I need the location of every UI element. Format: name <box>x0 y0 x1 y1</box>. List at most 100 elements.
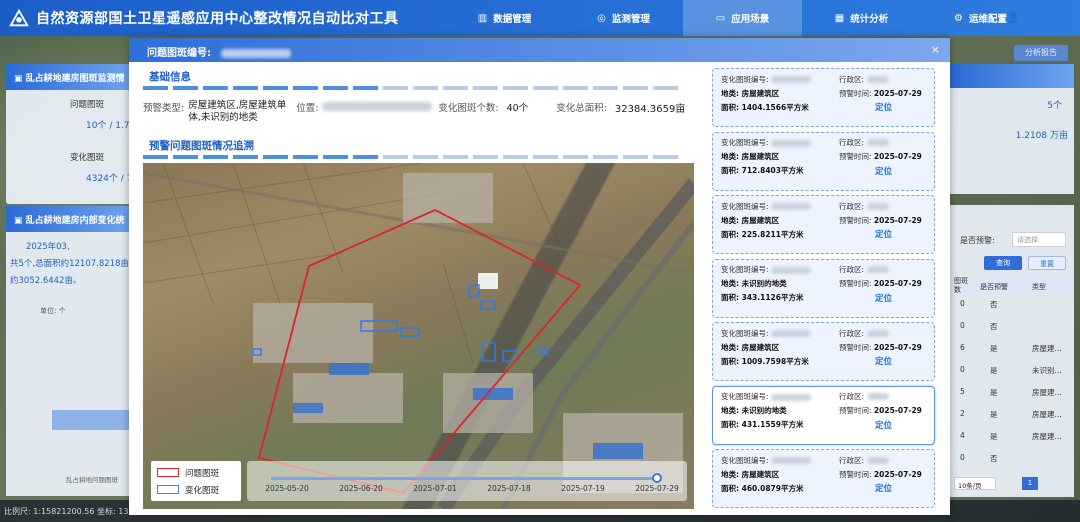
reset-button[interactable]: 重置 <box>1028 256 1066 270</box>
timeline-date[interactable]: 2025-05-20 <box>265 484 309 493</box>
card-date: 2025-07-29 <box>873 342 922 352</box>
card-region-redacted <box>867 75 890 83</box>
page-number[interactable]: 1 <box>1022 477 1038 490</box>
unit-label: 单位: 个 <box>40 307 66 315</box>
map-legend: 问题图斑 变化图斑 <box>151 461 241 501</box>
timeline-date[interactable]: 2025-07-18 <box>487 484 531 493</box>
card-region-label: 行政区: <box>839 201 865 211</box>
nav-label: 数据管理 <box>493 14 532 25</box>
summary-line3: 约3052.6442亩。 <box>10 276 82 286</box>
card-date-label: 预警时间: <box>839 88 872 98</box>
card-date-label: 预警时间: <box>839 279 872 288</box>
table-cell: 否 <box>990 300 998 309</box>
issue-id-redacted <box>221 48 291 58</box>
legend-item-change: 变化图斑 <box>157 481 235 498</box>
top-bar: 自然资源部国土卫星遥感应用中心整改情况自动比对工具 ▥ 数据管理 ◎ 监测管理 ▭ 应用场… <box>0 0 1080 36</box>
nav-item-4[interactable]: ⚙ 运维配置 <box>921 0 1040 36</box>
position-label: 位置: <box>296 103 319 114</box>
chart-axis-label: 乱占耕地问题图斑 <box>66 476 118 484</box>
card-type: 地类: 房屋建筑区 <box>721 469 780 479</box>
nav-icon: ⚙ <box>954 12 963 24</box>
locate-button[interactable]: 定位 <box>875 419 892 431</box>
warning-select[interactable]: 请选择 <box>1012 232 1066 247</box>
card-id-redacted <box>770 139 811 147</box>
timeline-date[interactable]: 2025-07-01 <box>413 484 457 493</box>
modal-header: 问题图斑编号: × <box>129 38 950 62</box>
app-title: 自然资源部国土卫星遥感应用中心整改情况自动比对工具 <box>36 10 399 26</box>
card-id-redacted <box>770 393 811 401</box>
card-date-label: 预警时间: <box>839 152 872 161</box>
card-date: 2025-07-29 <box>873 215 922 225</box>
right-panel-header <box>950 64 1074 88</box>
close-icon[interactable]: × <box>931 43 940 56</box>
change-patch-list: 变化图斑编号: 行政区: 地类: 房屋建筑区 预警时间: 2025-07-29 面积… <box>712 68 937 513</box>
summary-line1: 2025年03, <box>26 242 70 252</box>
main-nav: ▥ 数据管理 ◎ 监测管理 ▭ 应用场景 ▦ 统计分析 ⚙ 运维配置 <box>445 0 1040 36</box>
nav-item-3[interactable]: ▦ 统计分析 <box>802 0 921 36</box>
page-size-select[interactable]: 10条/页 <box>954 477 996 490</box>
locate-button[interactable]: 定位 <box>875 482 892 494</box>
card-date-label: 预警时间: <box>839 406 872 415</box>
card-type: 地类: 未识别的地类 <box>721 406 787 415</box>
satellite-map[interactable]: 问题图斑 变化图斑 2025-05-20 2025-06-20 2025-07-01… <box>143 163 694 509</box>
summary-line2: 共5个,总面积约12107.8218亩, <box>10 259 132 269</box>
timeline-date[interactable]: 2025-06-20 <box>339 484 383 493</box>
card-type: 地类: 房屋建筑区 <box>721 215 780 225</box>
locate-button[interactable]: 定位 <box>875 165 892 177</box>
timeline-track <box>271 477 659 480</box>
change-patch-card[interactable]: 变化图斑编号: 行政区: 地类: 未识别的地类 预警时间: 2025-07-29 面… <box>712 385 935 445</box>
timeline-slider[interactable]: 2025-05-20 2025-06-20 2025-07-01 2025-07-18… <box>247 461 687 501</box>
change-patch-card[interactable]: 变化图斑编号: 行政区: 地类: 房屋建筑区 预警时间: 2025-07-29 面积… <box>712 68 935 127</box>
user-icon[interactable]: 👤 <box>1006 11 1020 24</box>
card-id-label: 变化图斑编号: <box>721 201 769 211</box>
card-id-label: 变化图斑编号: <box>721 74 769 84</box>
nav-icon: ◎ <box>597 12 606 24</box>
card-region-label: 行政区: <box>839 74 865 84</box>
nav-item-2[interactable]: ▭ 应用场景 <box>683 0 802 36</box>
table-cell: 是 <box>990 432 998 441</box>
col-warning: 是否预警 <box>980 283 1008 291</box>
card-id-redacted <box>770 203 811 210</box>
nav-label: 监测管理 <box>611 14 650 25</box>
col-count: 图斑数 <box>954 277 968 294</box>
card-area: 面积: 1009.7598平方米 <box>721 356 809 366</box>
locate-button[interactable]: 定位 <box>875 292 892 304</box>
nav-item-0[interactable]: ▥ 数据管理 <box>445 0 564 36</box>
table-cell: 否 <box>990 454 998 463</box>
change-patch-card[interactable]: 变化图斑编号: 行政区: 地类: 房屋建筑区 预警时间: 2025-07-29 面积… <box>712 131 935 191</box>
card-region-label: 行政区: <box>839 138 865 147</box>
card-type: 地类: 房屋建筑区 <box>721 88 780 98</box>
nav-label: 运维配置 <box>968 14 1007 25</box>
trace-title: 预警问题图斑情况追溯 <box>149 140 254 152</box>
card-id-redacted <box>770 330 811 337</box>
white-building <box>478 273 498 289</box>
nav-item-1[interactable]: ◎ 监测管理 <box>564 0 683 36</box>
timeline-date[interactable]: 2025-07-19 <box>561 484 605 493</box>
card-id-redacted <box>770 76 811 83</box>
card-type: 地类: 房屋建筑区 <box>721 342 780 352</box>
issue-detail-modal: 问题图斑编号: × 基础信息 预警类型: 房屋建筑区,房屋建筑单体,未识别的地类… <box>129 38 950 515</box>
card-region-label: 行政区: <box>839 328 865 338</box>
timeline-handle[interactable] <box>652 473 662 483</box>
warning-type-label: 预警类型: <box>143 103 185 114</box>
locate-button[interactable]: 定位 <box>875 228 892 240</box>
card-region-redacted <box>867 329 890 337</box>
total-area-value: 32384.3659亩 <box>614 104 686 115</box>
change-patch-card[interactable]: 变化图斑编号: 行政区: 地类: 房屋建筑区 预警时间: 2025-07-29 面积… <box>712 449 935 508</box>
change-count-value: 40个 <box>506 103 529 114</box>
right-value2: 1.2108 万亩 <box>1015 131 1068 141</box>
table-cell: 是 <box>990 388 998 397</box>
locate-button[interactable]: 定位 <box>875 355 892 367</box>
card-id-label: 变化图斑编号: <box>721 328 769 338</box>
card-area: 面积: 460.0879平方米 <box>721 483 804 493</box>
change-patch-card[interactable]: 变化图斑编号: 行政区: 地类: 未识别的地类 预警时间: 2025-07-29 面… <box>712 258 935 318</box>
locate-button[interactable]: 定位 <box>875 101 892 113</box>
query-button[interactable]: 查询 <box>984 256 1022 270</box>
change-patch-card[interactable]: 变化图斑编号: 行政区: 地类: 房屋建筑区 预警时间: 2025-07-29 面积… <box>712 322 935 381</box>
table-cell: 房屋建... <box>1032 344 1062 353</box>
change-patch-card[interactable]: 变化图斑编号: 行政区: 地类: 房屋建筑区 预警时间: 2025-07-29 面积… <box>712 195 935 254</box>
analysis-report-button[interactable]: 分析报告 <box>1014 45 1068 61</box>
table-cell: 0 <box>960 299 965 308</box>
nav-icon: ▥ <box>477 12 488 24</box>
timeline-date[interactable]: 2025-07-29 <box>635 484 679 493</box>
